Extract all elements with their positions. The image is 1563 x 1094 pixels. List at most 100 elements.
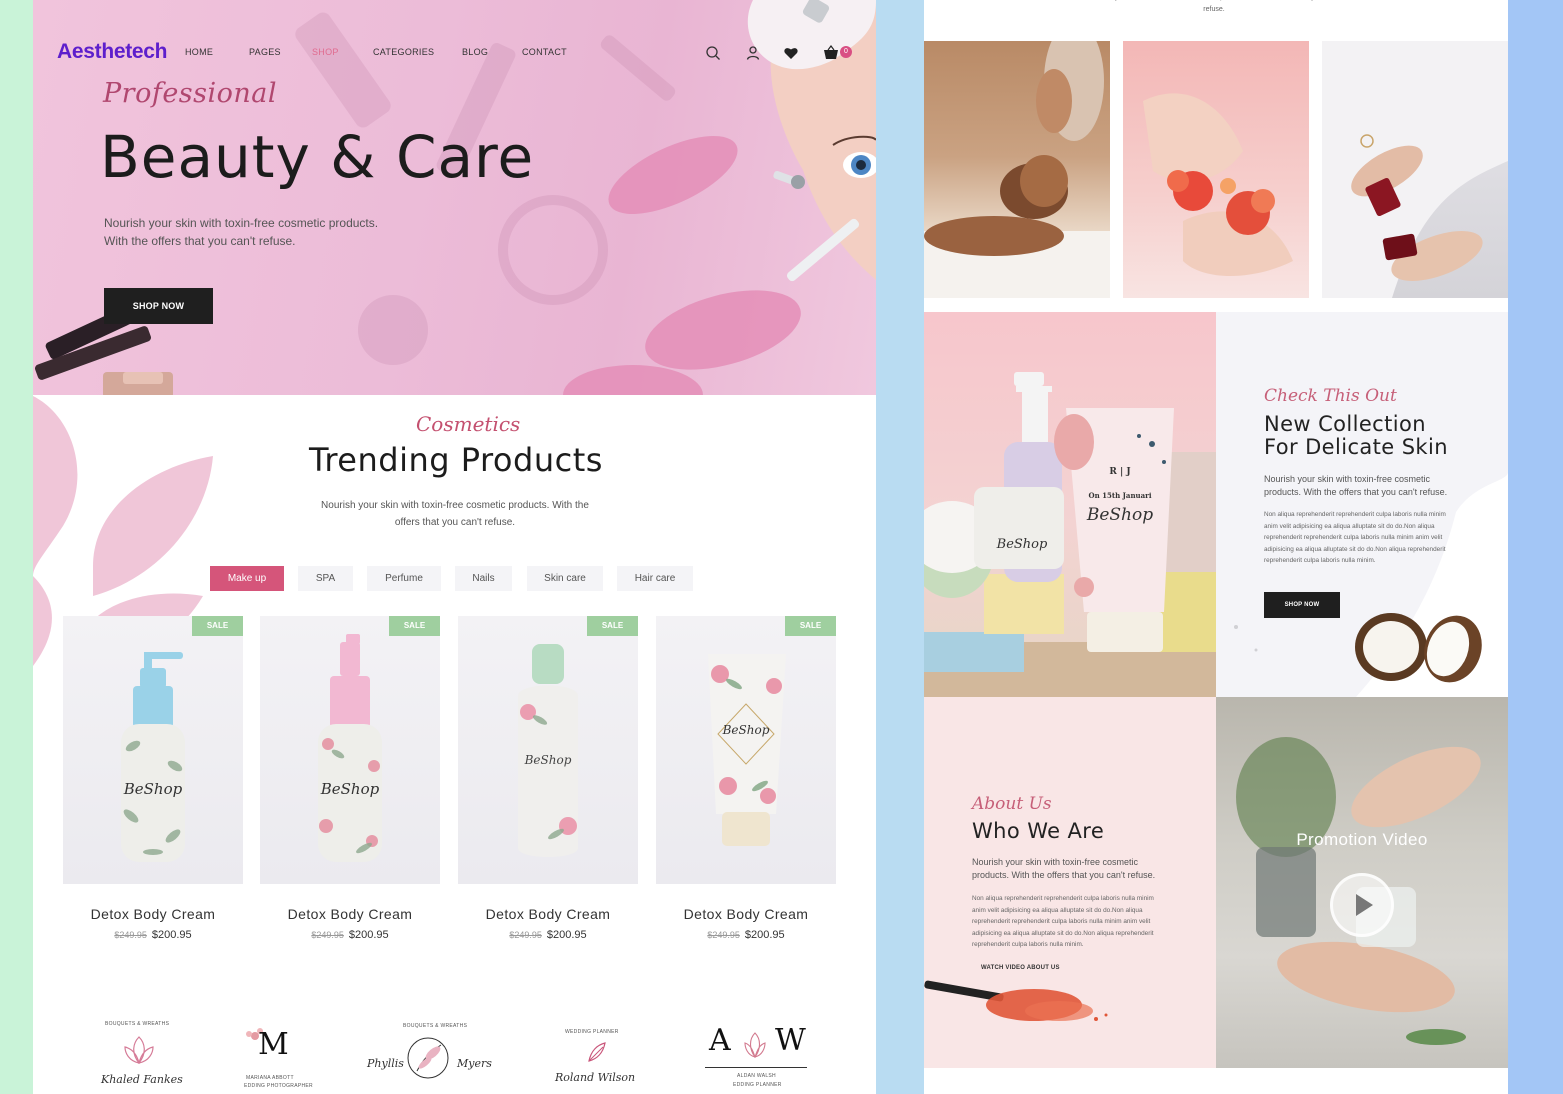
promotion-video[interactable]: Promotion Video — [1216, 697, 1508, 1068]
sale-badge: SALE — [785, 616, 836, 636]
sale-badge: SALE — [389, 616, 440, 636]
partner-last-name: Myers — [457, 1057, 492, 1070]
divider — [705, 1067, 807, 1068]
homepage-mockup: Aesthetech HOME PAGES SHOP CATEGORIES BL… — [33, 0, 876, 1094]
trending-title: Trending Products — [309, 441, 603, 479]
collection-title-line1: New Collection — [1264, 412, 1426, 436]
partner-initial-right: W — [775, 1023, 806, 1058]
partner-name: MARIANA ABBOTT — [246, 1075, 294, 1081]
hero-script-text: Professional — [103, 78, 278, 109]
hero-title: Beauty & Care — [100, 123, 535, 191]
product-brand-label: BeShop — [320, 780, 380, 798]
collection-title-line2: For Delicate Skin — [1264, 435, 1448, 459]
skincare-products-illustration: R | J On 15th Januari BeShop BeShop — [924, 372, 1216, 697]
tab-skin-care[interactable]: Skin care — [527, 566, 603, 591]
collection-script-text: Check This Out — [1264, 386, 1397, 406]
partner-logo[interactable]: WEDDING PLANNER Roland Wilson — [553, 1015, 643, 1094]
product-image[interactable]: BeShop SALE — [458, 616, 638, 884]
collection-panel: Check This Out New Collection For Delica… — [1216, 312, 1508, 697]
sale-price: $200.95 — [744, 929, 785, 941]
makeup-brush-illustration — [924, 980, 1108, 1021]
product-price: $249.95 $200.95 — [656, 929, 836, 941]
tab-make-up[interactable]: Make up — [210, 566, 284, 591]
partner-logo[interactable]: BOUQUETS & WREATHS Khaled Fankes — [93, 1015, 183, 1094]
partner-logo[interactable]: M MARIANA ABBOTT EDDING PHOTOGRAPHER — [238, 1015, 313, 1094]
product-brand-label: BeShop — [524, 753, 572, 767]
nav-pages[interactable]: PAGES — [249, 47, 281, 57]
product-name[interactable]: Detox Body Cream — [458, 906, 638, 922]
about-section: About Us Who We Are Nourish your skin wi… — [924, 697, 1216, 1068]
nav-blog[interactable]: BLOG — [462, 47, 488, 57]
partner-logo[interactable]: A W ALDAN WALSH EDDING PLANNER — [703, 1015, 809, 1094]
about-body: Non aliqua reprehenderit reprehenderit c… — [972, 895, 1154, 948]
about-script-text: About Us — [972, 794, 1052, 814]
jar-brand: BeShop — [996, 537, 1048, 552]
site-logo[interactable]: Aesthetech — [57, 40, 168, 64]
user-icon[interactable] — [745, 45, 761, 61]
about-subtitle: Nourish your skin with toxin-free cosmet… — [972, 857, 1156, 880]
partner-logo[interactable]: BOUQUETS & WREATHS Phyllis Myers — [365, 1015, 492, 1094]
product-brand-label: BeShop — [123, 780, 183, 798]
leaf-icon — [588, 1042, 606, 1062]
partner-tagline: EDDING PLANNER — [733, 1082, 782, 1088]
product-image[interactable]: BeShop SALE — [260, 616, 440, 884]
spa-massage-photo[interactable] — [924, 41, 1110, 298]
product-image[interactable]: BeShop SALE — [656, 616, 836, 884]
tab-nails[interactable]: Nails — [455, 566, 512, 591]
partner-initial-left: A — [709, 1023, 731, 1058]
partner-initial: M — [258, 1027, 289, 1062]
partner-first-name: Phyllis — [367, 1057, 404, 1070]
partner-tagline: WEDDING PLANNER — [565, 1029, 619, 1035]
trending-subtitle: Nourish your skin with toxin-free cosmet… — [321, 500, 589, 528]
watch-video-link[interactable]: WATCH VIDEO ABOUT US — [981, 965, 1060, 971]
perfume-dress-photo[interactable] — [1322, 41, 1508, 298]
sale-price: $200.95 — [546, 929, 587, 941]
trending-script-text: Cosmetics — [416, 412, 521, 436]
product-price: $249.95 $200.95 — [458, 929, 638, 941]
product-name[interactable]: Detox Body Cream — [656, 906, 836, 922]
product-brand-label: BeShop — [722, 723, 770, 737]
secondary-page-mockup: Nourish your skin with toxin-free cosmet… — [924, 0, 1508, 1094]
coconut-milk-illustration — [1234, 472, 1508, 697]
lotus-icon — [744, 1032, 766, 1058]
play-button[interactable] — [1330, 873, 1394, 937]
partner-tagline: BOUQUETS & WREATHS — [403, 1023, 468, 1029]
sale-price: $200.95 — [348, 929, 389, 941]
old-price: $249.95 — [114, 930, 147, 940]
product-price: $249.95 $200.95 — [63, 929, 243, 941]
product-price: $249.95 $200.95 — [260, 929, 440, 941]
tab-hair-care[interactable]: Hair care — [617, 566, 693, 591]
search-icon[interactable] — [705, 45, 721, 61]
massage-illustration — [924, 41, 1110, 298]
about-title: Who We Are — [972, 819, 1105, 843]
collection-shop-now-button[interactable]: SHOP NOW — [1264, 592, 1340, 618]
product-image[interactable]: BeShop SALE — [63, 616, 243, 884]
partner-tagline: BOUQUETS & WREATHS — [105, 1021, 170, 1027]
tab-spa[interactable]: SPA — [298, 566, 353, 591]
perfume-illustration — [1322, 41, 1508, 298]
nav-shop[interactable]: SHOP — [312, 47, 339, 57]
nav-contact[interactable]: CONTACT — [522, 47, 567, 57]
product-name[interactable]: Detox Body Cream — [260, 906, 440, 922]
basket-icon[interactable] — [823, 45, 839, 61]
collection-body: Non aliqua reprehenderit reprehenderit c… — [1264, 511, 1446, 564]
nav-home[interactable]: HOME — [185, 47, 213, 57]
tab-perfume[interactable]: Perfume — [367, 566, 441, 591]
nav-categories[interactable]: CATEGORIES — [373, 47, 434, 57]
shop-now-button[interactable]: SHOP NOW — [104, 288, 213, 324]
heart-icon[interactable] — [783, 45, 799, 61]
lotion-bottle-illustration: BeShop — [518, 644, 578, 857]
sale-badge: SALE — [587, 616, 638, 636]
tube-date: On 15th Januari — [1088, 491, 1151, 500]
tube-brand: BeShop — [1086, 505, 1153, 525]
partner-name: Roland Wilson — [555, 1071, 636, 1084]
flowers-hands-photo[interactable] — [1123, 41, 1309, 298]
partner-name: Khaled Fankes — [101, 1073, 183, 1086]
video-title: Promotion Video — [1296, 830, 1428, 849]
background-middle — [876, 0, 924, 1094]
collection-image[interactable]: R | J On 15th Januari BeShop BeShop — [924, 312, 1216, 697]
cart-count-badge: 0 — [840, 46, 852, 58]
sale-price: $200.95 — [151, 929, 192, 941]
product-name[interactable]: Detox Body Cream — [63, 906, 243, 922]
collection-subtitle: Nourish your skin with toxin-free cosmet… — [1264, 474, 1448, 497]
